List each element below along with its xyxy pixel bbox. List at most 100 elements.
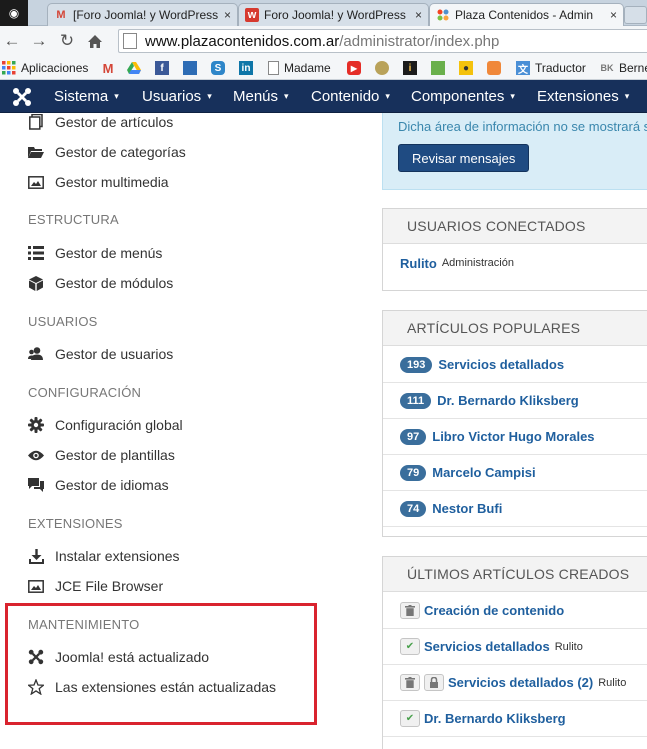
tab-title: Plaza Contenidos - Admin — [455, 8, 594, 22]
copy-icon — [28, 114, 44, 130]
trash-icon[interactable] — [400, 674, 420, 691]
forward-arrow-icon[interactable]: → — [28, 30, 50, 52]
check-icon[interactable]: ✔ — [400, 710, 420, 727]
article-link[interactable]: Creación de contenido — [424, 603, 564, 618]
sidebar-item-label: Gestor de idiomas — [55, 477, 169, 493]
caret-down-icon: ▾ — [207, 91, 212, 101]
forum-favicon-icon: w — [245, 8, 259, 22]
bookmark-linkedin[interactable]: in — [239, 59, 258, 77]
bookmark-puzzle[interactable] — [431, 59, 450, 77]
menu-label: Usuarios — [142, 88, 202, 105]
review-messages-button[interactable]: Revisar mensajes — [398, 144, 530, 172]
sidebar-item-menus[interactable]: Gestor de menús — [28, 242, 162, 264]
bookmark-berne[interactable]: BK Berne — [600, 59, 647, 77]
bookmark-map[interactable]: ● — [459, 59, 478, 77]
list-icon — [28, 245, 44, 261]
browser-tab-2[interactable]: w Foro Joomla! y WordPress × — [238, 3, 429, 26]
section-heading-estructura: ESTRUCTURA — [28, 212, 119, 227]
highlight-annotation-box — [5, 603, 317, 725]
bookmark-skype[interactable]: S — [211, 59, 230, 77]
home-icon[interactable] — [84, 30, 106, 52]
sidebar-item-label: Gestor de plantillas — [55, 447, 175, 463]
profile-avatar-icon[interactable]: ◉ — [0, 0, 28, 26]
panel-title: ARTÍCULOS POPULARES — [383, 311, 647, 346]
bookmark-orange[interactable] — [487, 59, 506, 77]
panel-popular-articles: ARTÍCULOS POPULARES 193 Servicios detall… — [382, 310, 647, 537]
sidebar-item-gestor-usuarios[interactable]: Gestor de usuarios — [28, 343, 173, 365]
article-link[interactable]: Servicios detallados — [424, 639, 550, 654]
article-link[interactable]: Libro Victor Hugo Morales — [432, 429, 594, 444]
bookmark-facebook[interactable]: f — [155, 59, 174, 77]
sidebar-item-instalar[interactable]: Instalar extensiones — [28, 545, 180, 567]
bk-icon: BK — [600, 63, 614, 73]
hits-badge: 74 — [400, 500, 427, 517]
tab-title: Foro Joomla! y WordPress — [264, 8, 406, 22]
back-arrow-icon[interactable]: ← — [1, 30, 23, 52]
bookmark-translate[interactable]: 文 Traductor — [516, 59, 586, 77]
list-item: Creación de contenido — [383, 593, 647, 629]
url-bar[interactable]: www.plazacontenidos.com.ar/administrator… — [118, 29, 647, 53]
new-tab-button[interactable] — [624, 6, 647, 24]
browser-tab-strip: ◉ M [Foro Joomla! y WordPress × w Foro J… — [0, 0, 647, 26]
bookmark-drive[interactable] — [127, 59, 146, 77]
list-item: Servicios detallados (2) Rulito — [383, 665, 647, 701]
sidebar-item-modulos[interactable]: Gestor de módulos — [28, 272, 173, 294]
article-link[interactable]: Marcelo Campisi — [432, 465, 535, 480]
joomla-favicon-icon — [436, 8, 450, 22]
joomla-logo-icon[interactable] — [12, 87, 32, 107]
list-item: Rulito Administración — [383, 245, 647, 281]
list-item: 74 Nestor Bufi — [383, 491, 647, 527]
menu-sistema[interactable]: Sistema ▾ — [54, 80, 119, 113]
bookmark-blue[interactable] — [183, 59, 202, 77]
sidebar-item-jce[interactable]: JCE File Browser — [28, 575, 163, 597]
menu-label: Extensiones — [537, 88, 619, 105]
sidebar-item-categorias[interactable]: Gestor de categorías — [28, 141, 186, 163]
trash-icon[interactable] — [400, 602, 420, 619]
caret-down-icon: ▾ — [510, 91, 515, 101]
menu-menus[interactable]: Menús ▾ — [233, 80, 289, 113]
article-link[interactable]: Nestor Bufi — [432, 501, 502, 516]
menu-contenido[interactable]: Contenido ▾ — [311, 80, 390, 113]
sidebar-item-label: Gestor de categorías — [55, 144, 186, 160]
article-link[interactable]: Servicios detallados (2) — [448, 675, 593, 690]
bookmark-gmail[interactable]: M — [101, 59, 120, 77]
menu-usuarios[interactable]: Usuarios ▾ — [142, 80, 212, 113]
close-icon[interactable]: × — [415, 8, 422, 22]
sidebar-item-articulos[interactable]: Gestor de artículos — [28, 111, 173, 133]
sidebar-item-multimedia[interactable]: Gestor multimedia — [28, 171, 169, 193]
sidebar-item-plantillas[interactable]: Gestor de plantillas — [28, 444, 175, 466]
bookmark-apps[interactable]: Aplicaciones — [2, 59, 88, 77]
article-link[interactable]: Dr. Bernardo Kliksberg — [437, 393, 579, 408]
youtube-icon: ▶ — [347, 61, 361, 75]
menu-label: Componentes — [411, 88, 505, 105]
menu-componentes[interactable]: Componentes ▾ — [411, 80, 515, 113]
url-path: /administrator/index.php — [339, 32, 500, 50]
lock-icon[interactable] — [424, 674, 444, 691]
article-link[interactable]: Servicios detallados — [438, 357, 564, 372]
list-item: 79 Marcelo Campisi — [383, 455, 647, 491]
check-icon[interactable]: ✔ — [400, 638, 420, 655]
browser-tab-3[interactable]: Plaza Contenidos - Admin × — [429, 3, 624, 26]
close-icon[interactable]: × — [224, 8, 231, 22]
user-link[interactable]: Rulito — [400, 256, 437, 271]
list-item: 193 Servicios detallados — [383, 347, 647, 383]
caret-down-icon: ▾ — [385, 91, 390, 101]
bookmark-madame[interactable]: Madame — [268, 59, 331, 77]
map-pin-icon: ● — [459, 61, 473, 75]
bookmark-youtube[interactable]: ▶ — [347, 59, 366, 77]
section-heading-extensiones: EXTENSIONES — [28, 516, 123, 531]
bookmark-eye[interactable] — [375, 59, 394, 77]
reload-icon[interactable]: ↻ — [56, 30, 78, 52]
translate-icon: 文 — [516, 61, 530, 76]
bookmark-label: Berne — [619, 61, 647, 75]
section-heading-configuracion: CONFIGURACIÓN — [28, 385, 142, 400]
browser-tab-1[interactable]: M [Foro Joomla! y WordPress × — [47, 3, 238, 26]
sidebar-item-config-global[interactable]: Configuración global — [28, 414, 183, 436]
sidebar-item-idiomas[interactable]: Gestor de idiomas — [28, 474, 169, 496]
article-link[interactable]: Dr. Bernardo Kliksberg — [424, 711, 566, 726]
browser-toolbar: ← → ↻ www.plazacontenidos.com.ar/adminis… — [0, 26, 647, 56]
bookmark-info[interactable]: i — [403, 59, 422, 77]
menu-extensiones[interactable]: Extensiones ▾ — [537, 80, 629, 113]
eye-bookmark-icon — [375, 61, 389, 75]
close-icon[interactable]: × — [610, 8, 617, 22]
